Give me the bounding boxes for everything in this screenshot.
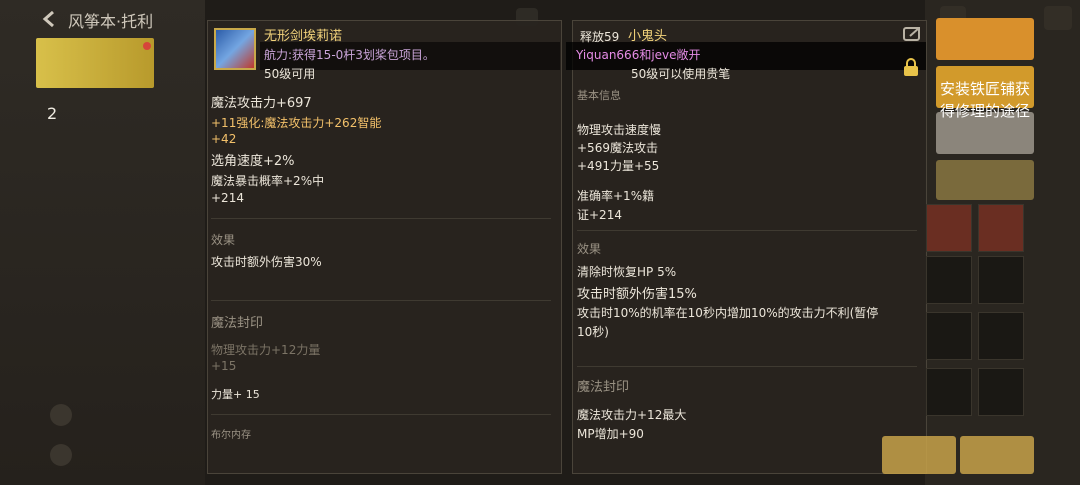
seal-line: +15 xyxy=(211,359,237,373)
list-item-icon[interactable] xyxy=(50,444,72,466)
stat-line: +491力量+55 xyxy=(577,159,660,173)
bottom-action-button[interactable] xyxy=(882,436,956,474)
level-requirement: 50级可以使用贵笔 xyxy=(631,67,731,81)
stat-line: 证+214 xyxy=(577,208,622,222)
lock-icon[interactable] xyxy=(903,57,919,77)
effect-text: 攻击时额外伤害30% xyxy=(211,255,322,269)
item-name: 小鬼头 xyxy=(628,29,668,44)
effect-header: 效果 xyxy=(211,233,236,247)
effect-line: 攻击时10%的机率在10秒内增加10%的攻击力不利(暂停 xyxy=(577,306,879,320)
settings-icon[interactable] xyxy=(1044,6,1072,30)
slot-count: 2 xyxy=(47,104,58,123)
stat-line: 选角速度+2% xyxy=(211,154,295,169)
release-tag: 释放59 xyxy=(580,30,620,44)
page-title: 风筝本·托利 xyxy=(68,12,154,31)
inventory-slot[interactable] xyxy=(978,256,1024,304)
notification-dot xyxy=(143,42,151,50)
footer-label: 布尔内存 xyxy=(211,430,251,441)
stat-line: +569魔法攻击 xyxy=(577,141,658,155)
back-arrow-icon[interactable] xyxy=(40,10,58,28)
seal-line: MP增加+90 xyxy=(577,427,644,441)
inventory-slot[interactable] xyxy=(978,368,1024,416)
stat-line: 物理攻击速度慢 xyxy=(577,123,662,137)
seal-line: 力量+ 15 xyxy=(211,388,260,401)
effect-line: 清除时恢复HP 5% xyxy=(577,265,677,279)
seal-line: 魔法攻击力+12最大 xyxy=(577,408,687,422)
divider xyxy=(577,230,917,231)
inventory-slot[interactable] xyxy=(926,204,972,252)
inventory-slot[interactable] xyxy=(978,204,1024,252)
divider xyxy=(211,218,551,219)
bottom-action-button[interactable] xyxy=(960,436,1034,474)
stat-line: +42 xyxy=(211,132,237,146)
inventory-slot[interactable] xyxy=(926,256,972,304)
item-owner: Yiquan666和jeve敞开 xyxy=(576,48,701,62)
stat-line: +214 xyxy=(211,191,244,205)
share-icon[interactable] xyxy=(902,25,922,43)
inventory-slot[interactable] xyxy=(926,312,972,360)
item-tooltip-equipped xyxy=(207,20,562,474)
action-button[interactable] xyxy=(936,160,1034,200)
item-subtitle: 航力:获得15-0杆3划桨包项目。 xyxy=(264,48,435,62)
divider xyxy=(211,300,551,301)
divider xyxy=(211,414,551,415)
action-button[interactable] xyxy=(936,18,1034,60)
effect-header: 效果 xyxy=(577,242,602,256)
list-item-icon[interactable] xyxy=(50,404,72,426)
stat-line: 魔法暴击概率+2%中 xyxy=(211,174,325,188)
item-name: 无形剑埃莉诺 xyxy=(264,29,343,44)
install-blacksmith-label: 安装铁匠铺获得修理的途径 xyxy=(940,80,1031,120)
effect-line: 10秒) xyxy=(577,325,609,339)
seal-header: 魔法封印 xyxy=(211,316,264,331)
effect-line: 攻击时额外伤害15% xyxy=(577,287,697,302)
selected-slot[interactable] xyxy=(36,38,154,88)
seal-line: 物理攻击力+12力量 xyxy=(211,343,321,357)
seal-header: 魔法封印 xyxy=(577,380,630,395)
stat-line: +11强化:魔法攻击力+262智能 xyxy=(211,116,382,130)
top-bar: 风筝本·托利 xyxy=(0,0,205,36)
inventory-slot[interactable] xyxy=(926,368,972,416)
inventory-slot[interactable] xyxy=(978,312,1024,360)
level-requirement: 50级可用 xyxy=(264,67,316,81)
stat-line: 魔法攻击力+697 xyxy=(211,96,312,111)
divider xyxy=(577,366,917,367)
stat-line: 准确率+1%籍 xyxy=(577,189,655,203)
sword-icon xyxy=(214,28,256,70)
basic-info-header: 基本信息 xyxy=(577,89,621,102)
